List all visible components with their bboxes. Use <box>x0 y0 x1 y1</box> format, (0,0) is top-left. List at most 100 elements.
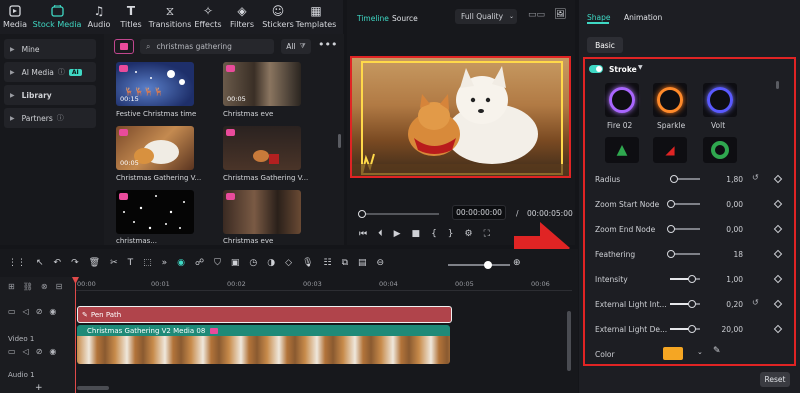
tab-shape[interactable]: Shape <box>587 13 611 22</box>
basic-tab[interactable]: Basic <box>587 37 623 53</box>
param-slider[interactable] <box>670 300 700 308</box>
quality-select[interactable]: Full Quality ⌄ <box>455 9 517 24</box>
stop-icon[interactable]: ■ <box>412 229 421 239</box>
mic-icon[interactable]: 🎙 <box>302 258 313 268</box>
zoom-slider[interactable] <box>448 261 510 269</box>
media-thumbnail[interactable]: 00:05 <box>223 62 301 106</box>
toolbar-media[interactable]: Media <box>0 0 30 34</box>
effect-clip[interactable]: ✎ Pen Path <box>77 306 452 323</box>
media-scrollbar[interactable] <box>338 134 341 148</box>
undo-icon[interactable]: ↶ <box>54 258 62 268</box>
add-track-icon[interactable]: ⊞ <box>8 282 15 291</box>
toolbar-stickers[interactable]: ☺ Stickers <box>260 0 296 34</box>
toolbar-titles[interactable]: T Titles <box>114 0 148 34</box>
preset-santa-hat[interactable]: ◢ <box>653 137 687 163</box>
stroke-toggle[interactable] <box>589 65 603 73</box>
keyframe-diamond-icon[interactable] <box>773 199 783 209</box>
search-input[interactable]: ⌕ christmas gathering <box>140 39 274 54</box>
delete-icon[interactable]: 🗑 <box>89 258 100 268</box>
playhead[interactable] <box>75 277 76 393</box>
time-ruler[interactable]: 00:00 00:01 00:02 00:03 00:04 00:05 00:0… <box>75 277 572 291</box>
magnet-icon[interactable]: ⊗ <box>41 282 48 291</box>
param-slider[interactable] <box>667 250 700 258</box>
speed-icon[interactable]: ◷ <box>249 258 257 268</box>
keyframe-diamond-icon[interactable] <box>773 324 783 334</box>
mixer-icon[interactable]: ☷ <box>324 258 332 268</box>
crop-icon[interactable]: ⬚ <box>143 258 152 268</box>
param-slider-knob[interactable] <box>688 300 696 308</box>
scrubber-handle[interactable] <box>358 210 366 218</box>
fullscreen-icon[interactable]: ⛶ <box>484 229 490 239</box>
compare-view-icon[interactable]: ▭▭ <box>528 10 545 20</box>
sidebar-item-library[interactable]: ▶ Library <box>4 85 96 105</box>
param-value[interactable]: 1,00 <box>707 275 743 284</box>
image-icon[interactable]: ▣ <box>231 258 240 268</box>
sidebar-item-ai-media[interactable]: ▶ AI Media ⓘ AI <box>4 62 96 82</box>
param-value[interactable]: 0,00 <box>707 200 743 209</box>
preset-volt[interactable] <box>703 83 737 117</box>
keyframe-diamond-icon[interactable] <box>773 249 783 259</box>
param-slider-knob[interactable] <box>670 175 678 183</box>
premium-filter-button[interactable] <box>114 39 134 54</box>
param-value[interactable]: 18 <box>707 250 743 259</box>
param-slider[interactable] <box>670 275 700 283</box>
zoom-slider-knob[interactable] <box>484 261 492 269</box>
video-preview-frame[interactable] <box>350 56 571 178</box>
panel-scrollbar[interactable] <box>776 81 779 89</box>
tab-timeline[interactable]: Timeline <box>357 14 389 23</box>
snapshot-icon[interactable]: ⧉ <box>342 258 348 268</box>
param-slider[interactable] <box>670 325 700 333</box>
toolbar-effects[interactable]: ✧ Effects <box>192 0 224 34</box>
video-clip[interactable]: Christmas Gathering V2 Media 08 <box>77 325 450 364</box>
render-icon[interactable]: ▤ <box>358 258 367 268</box>
eye-icon[interactable]: ◉ <box>49 307 56 316</box>
more-tools-icon[interactable]: » <box>162 258 168 268</box>
param-slider-knob[interactable] <box>688 275 696 283</box>
reset-icon[interactable]: ↺ <box>752 173 759 182</box>
current-time[interactable]: 00:00:00:00 <box>452 205 506 220</box>
lock-icon[interactable]: ⊘ <box>36 347 43 356</box>
param-slider[interactable] <box>667 225 700 233</box>
eyedropper-icon[interactable]: ✎ <box>713 346 721 356</box>
param-value[interactable]: 0,00 <box>707 225 743 234</box>
keyframe-icon[interactable]: ◇ <box>285 258 292 268</box>
param-slider-knob[interactable] <box>688 325 696 333</box>
preset-wreath[interactable] <box>703 137 737 163</box>
preset-sparkle[interactable] <box>653 83 687 117</box>
split-icon[interactable]: ✂ <box>110 258 118 268</box>
step-back-icon[interactable]: ⏮ <box>359 229 367 239</box>
settings-icon[interactable]: ⚙ <box>465 229 473 239</box>
speaker-icon[interactable]: ◁ <box>23 307 29 316</box>
lock-icon[interactable]: ⊟ <box>56 282 63 291</box>
filter-dropdown[interactable]: All ⧩ <box>281 39 311 54</box>
keyframe-diamond-icon[interactable] <box>773 274 783 284</box>
preset-christmas-tree[interactable]: ▲ <box>605 137 639 163</box>
speaker-icon[interactable]: ◁ <box>23 347 29 356</box>
caret-down-icon[interactable]: ▼ <box>638 64 643 71</box>
preset-fire-02[interactable] <box>605 83 639 117</box>
keyframe-diamond-icon[interactable] <box>773 299 783 309</box>
eye-icon[interactable]: ◉ <box>49 347 56 356</box>
toolbar-stock-media[interactable]: Stock Media <box>30 0 84 34</box>
text-icon[interactable]: T <box>128 258 134 268</box>
color-swatch[interactable] <box>663 347 683 360</box>
more-options-icon[interactable]: ••• <box>318 38 337 51</box>
media-thumbnail[interactable] <box>223 190 301 234</box>
sidebar-item-partners[interactable]: ▶ Partners ⓘ <box>4 108 96 128</box>
grid-icon[interactable]: ⋮⋮ <box>8 258 26 268</box>
param-slider-knob[interactable] <box>667 200 675 208</box>
folder-icon[interactable]: ▭ <box>8 347 16 356</box>
media-thumbnail[interactable] <box>223 126 301 170</box>
mark-out-icon[interactable]: } <box>448 229 454 239</box>
toolbar-transitions[interactable]: ⧖ Transitions <box>148 0 192 34</box>
reset-icon[interactable]: ↺ <box>752 298 759 307</box>
toolbar-audio[interactable]: ♫ Audio <box>84 0 114 34</box>
tab-source[interactable]: Source <box>392 14 418 23</box>
reset-button[interactable]: Reset <box>760 372 790 387</box>
sidebar-item-mine[interactable]: ▶ Mine <box>4 39 96 59</box>
media-thumbnail[interactable]: 00:05 <box>116 126 194 170</box>
param-slider[interactable] <box>667 200 700 208</box>
timeline-horizontal-scrollbar[interactable] <box>77 386 109 390</box>
redo-icon[interactable]: ↷ <box>71 258 79 268</box>
color-match-icon[interactable]: ◑ <box>267 258 275 268</box>
